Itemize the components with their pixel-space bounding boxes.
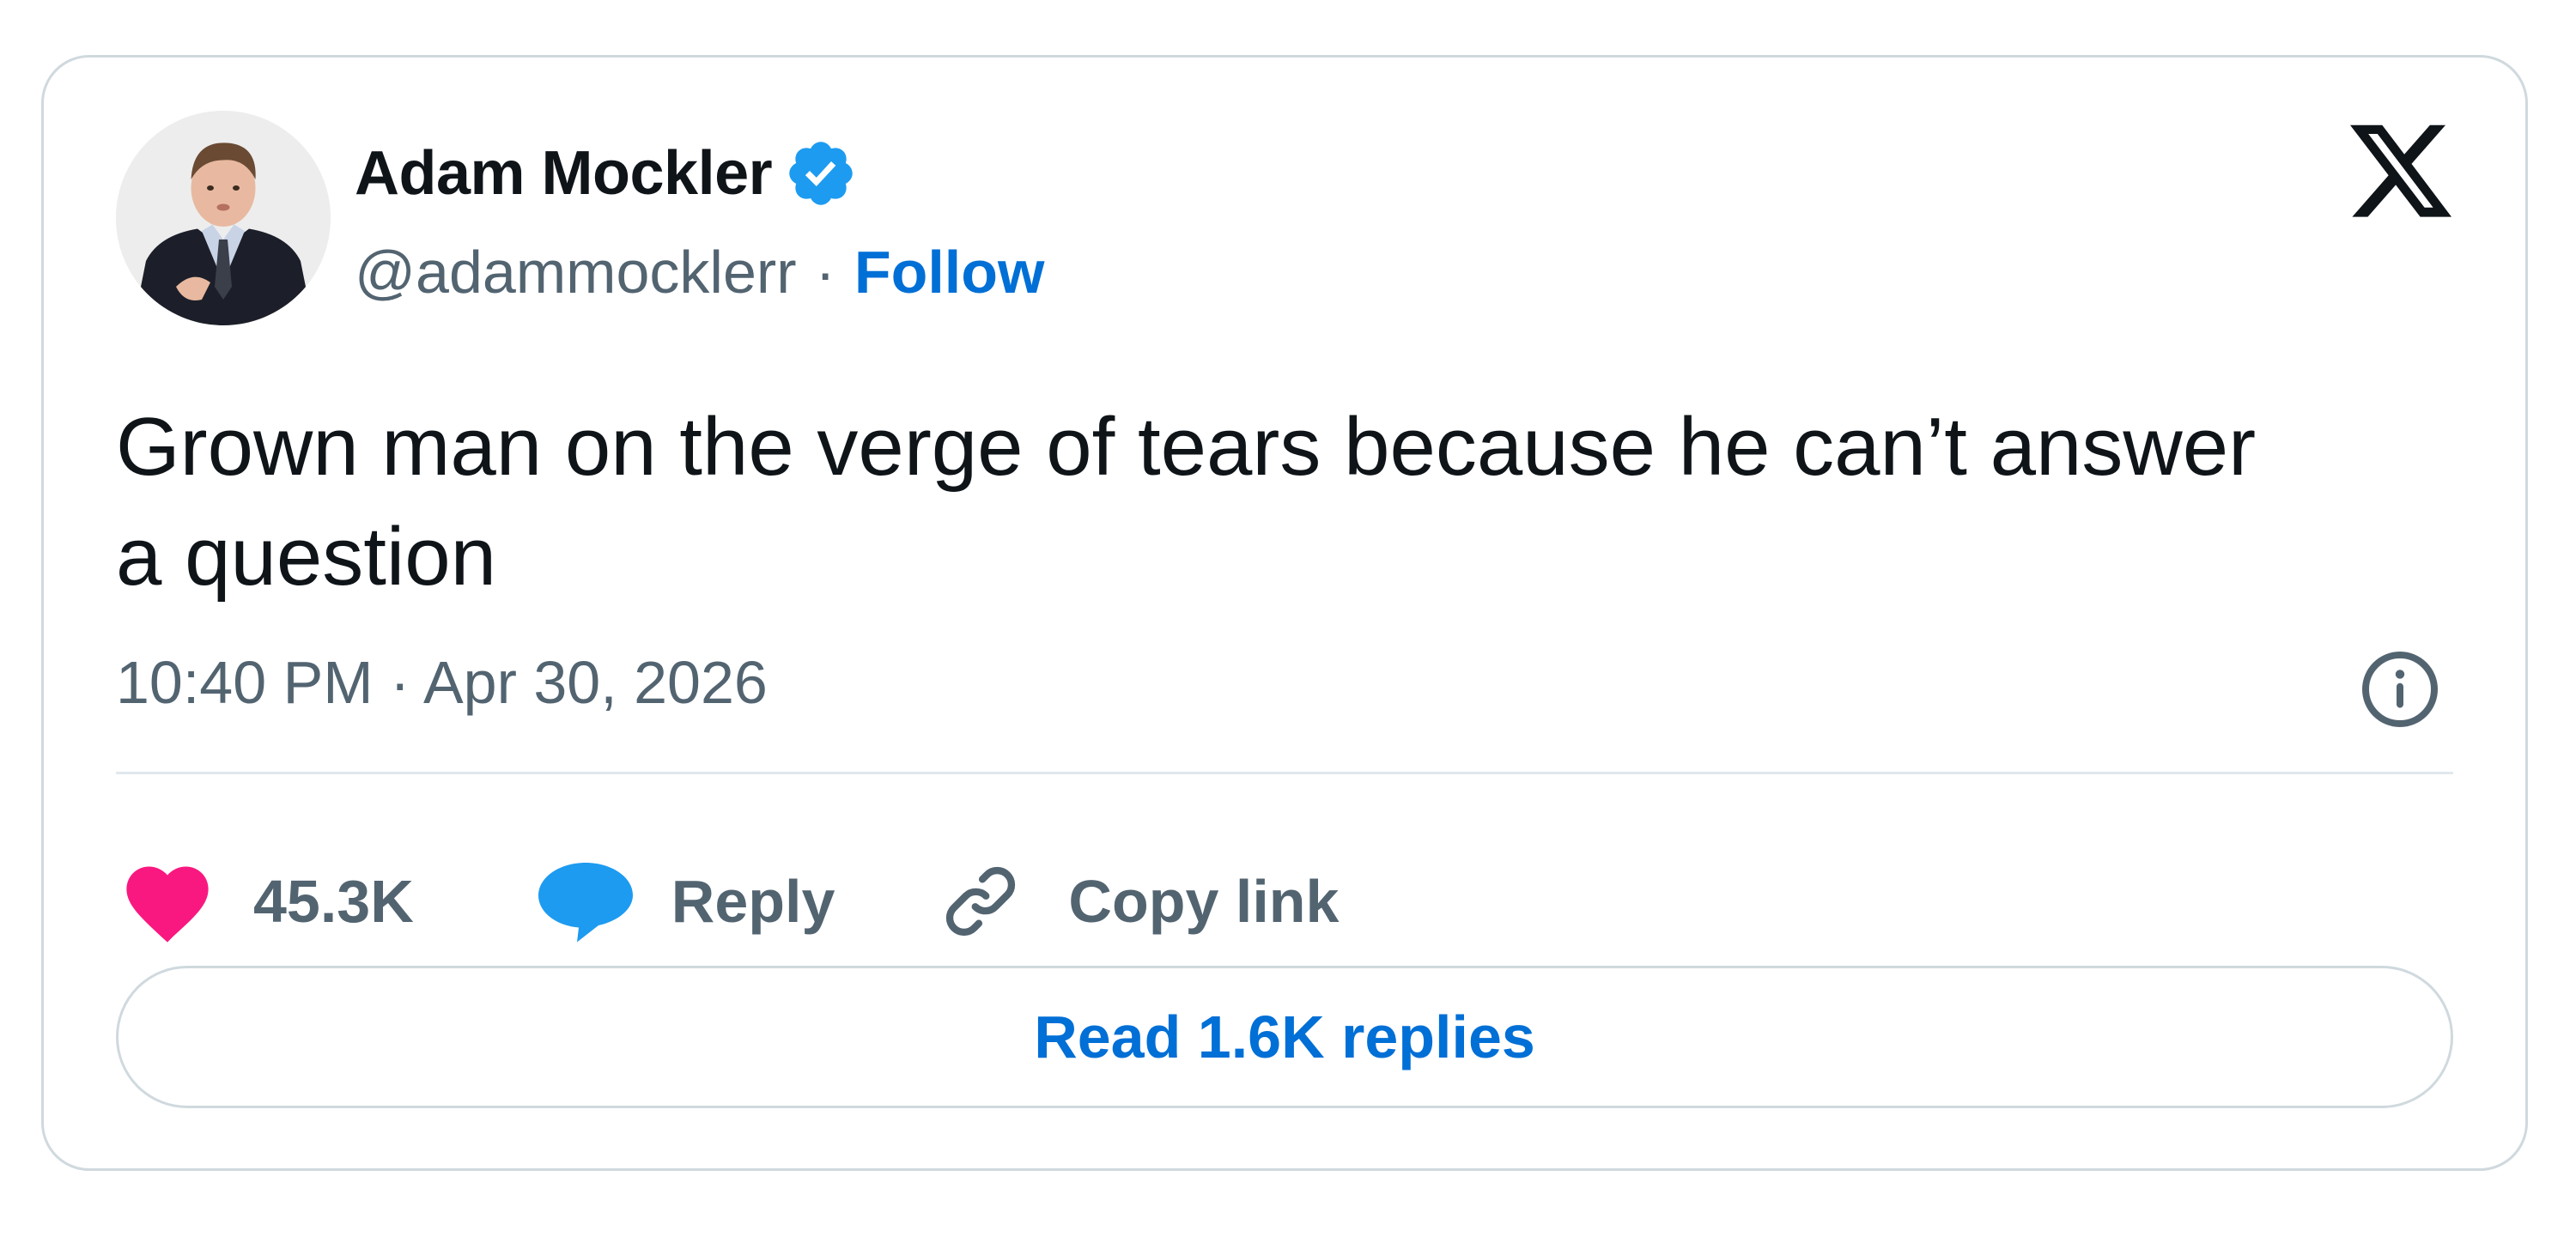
copy-link-button[interactable]: Copy link xyxy=(938,858,1339,944)
follow-button[interactable]: Follow xyxy=(854,238,1045,306)
author-handle[interactable]: @adammocklerr xyxy=(355,238,797,306)
heart-icon xyxy=(116,858,219,944)
avatar-image xyxy=(116,111,331,325)
author-name[interactable]: Adam Mockler xyxy=(355,138,773,209)
like-button[interactable]: 45.3K xyxy=(116,858,414,944)
like-count: 45.3K xyxy=(253,868,414,935)
tweet-timestamp[interactable]: 10:40 PM · Apr 30, 2026 xyxy=(116,648,768,717)
avatar[interactable] xyxy=(116,111,331,325)
divider xyxy=(116,772,2453,774)
read-replies-label: Read 1.6K replies xyxy=(1034,1003,1535,1070)
tweet-text: Grown man on the verge of tears because … xyxy=(116,401,2257,603)
separator: · xyxy=(815,239,835,306)
action-bar: 45.3K Reply Copy link xyxy=(116,854,1339,949)
link-icon xyxy=(938,858,1024,944)
copy-link-label: Copy link xyxy=(1068,868,1340,935)
verified-badge-icon xyxy=(784,136,858,210)
author-row: Adam Mockler xyxy=(355,136,858,210)
speech-bubble-icon xyxy=(534,858,637,944)
reply-label: Reply xyxy=(671,868,835,935)
x-logo-icon[interactable] xyxy=(2350,124,2451,221)
handle-row: @adammocklerr · Follow xyxy=(355,238,1044,306)
info-icon[interactable] xyxy=(2359,648,2441,731)
read-replies-button[interactable]: Read 1.6K replies xyxy=(116,966,2453,1108)
tweet-card: Adam Mockler @adammocklerr · Follow Grow… xyxy=(41,55,2528,1171)
reply-button[interactable]: Reply xyxy=(534,858,835,944)
